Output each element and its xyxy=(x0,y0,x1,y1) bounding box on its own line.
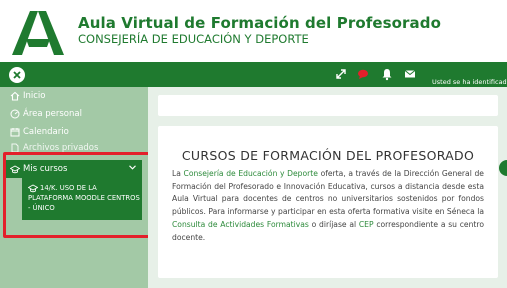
chevron-down-icon[interactable] xyxy=(129,165,136,170)
sidebar-item-mis-cursos[interactable]: Mis cursos xyxy=(6,160,142,178)
site-subtitle: CONSEJERÍA DE EDUCACIÓN Y DEPORTE xyxy=(78,32,309,46)
sidebar-course-link[interactable]: 14/K. USO DE LA PLATAFORMA MOODLE CENTRO… xyxy=(22,178,142,220)
sidebar-item-label: Área personal xyxy=(23,109,82,119)
home-icon xyxy=(10,91,20,101)
info-card: CURSOS DE FORMACIÓN DEL PROFESORADO La C… xyxy=(158,126,498,278)
bell-icon[interactable] xyxy=(380,67,394,81)
sidebar-item-label: Inicio xyxy=(23,91,46,101)
sidebar-item-label: Calendario xyxy=(23,127,69,137)
graduation-cap-icon xyxy=(28,183,38,192)
user-login-info[interactable]: Usted se ha identificado xyxy=(432,78,507,86)
text-segment: La xyxy=(172,169,184,178)
graduation-cap-icon xyxy=(10,164,20,173)
course-label: 14/K. USO DE LA PLATAFORMA MOODLE CENTRO… xyxy=(28,184,140,212)
sidebar-item-area-personal[interactable]: Área personal xyxy=(10,107,82,121)
sidebar-item-calendario[interactable]: Calendario xyxy=(10,125,69,139)
consulta-actividades-link[interactable]: Consulta de Actividades Formativas xyxy=(172,220,309,229)
dashboard-icon xyxy=(10,109,20,119)
fullscreen-icon[interactable] xyxy=(334,67,348,81)
site-title: Aula Virtual de Formación del Profesorad… xyxy=(78,14,442,32)
course-label-wrapper: 14/K. USO DE LA PLATAFORMA MOODLE CENTRO… xyxy=(28,183,140,213)
envelope-icon[interactable] xyxy=(403,67,417,81)
sidebar-item-label: Mis cursos xyxy=(23,164,68,174)
sidebar-item-inicio[interactable]: Inicio xyxy=(10,89,46,103)
cep-link[interactable]: CEP xyxy=(359,220,374,229)
calendar-icon xyxy=(10,128,20,137)
site-header: Aula Virtual de Formación del Profesorad… xyxy=(0,0,507,62)
close-icon xyxy=(13,71,21,79)
close-drawer-button[interactable] xyxy=(9,67,25,83)
top-navbar: Usted se ha identificado xyxy=(0,62,507,87)
card-description: La Consejería de Educación y Deporte ofe… xyxy=(172,168,484,244)
text-segment: o diríjase al xyxy=(308,219,359,229)
consejeria-link[interactable]: Consejería de Educación y Deporte xyxy=(184,169,318,178)
card-title: CURSOS DE FORMACIÓN DEL PROFESORADO xyxy=(181,148,475,163)
chat-icon[interactable] xyxy=(356,67,370,81)
top-card xyxy=(158,95,498,116)
junta-andalucia-logo[interactable] xyxy=(12,9,64,57)
